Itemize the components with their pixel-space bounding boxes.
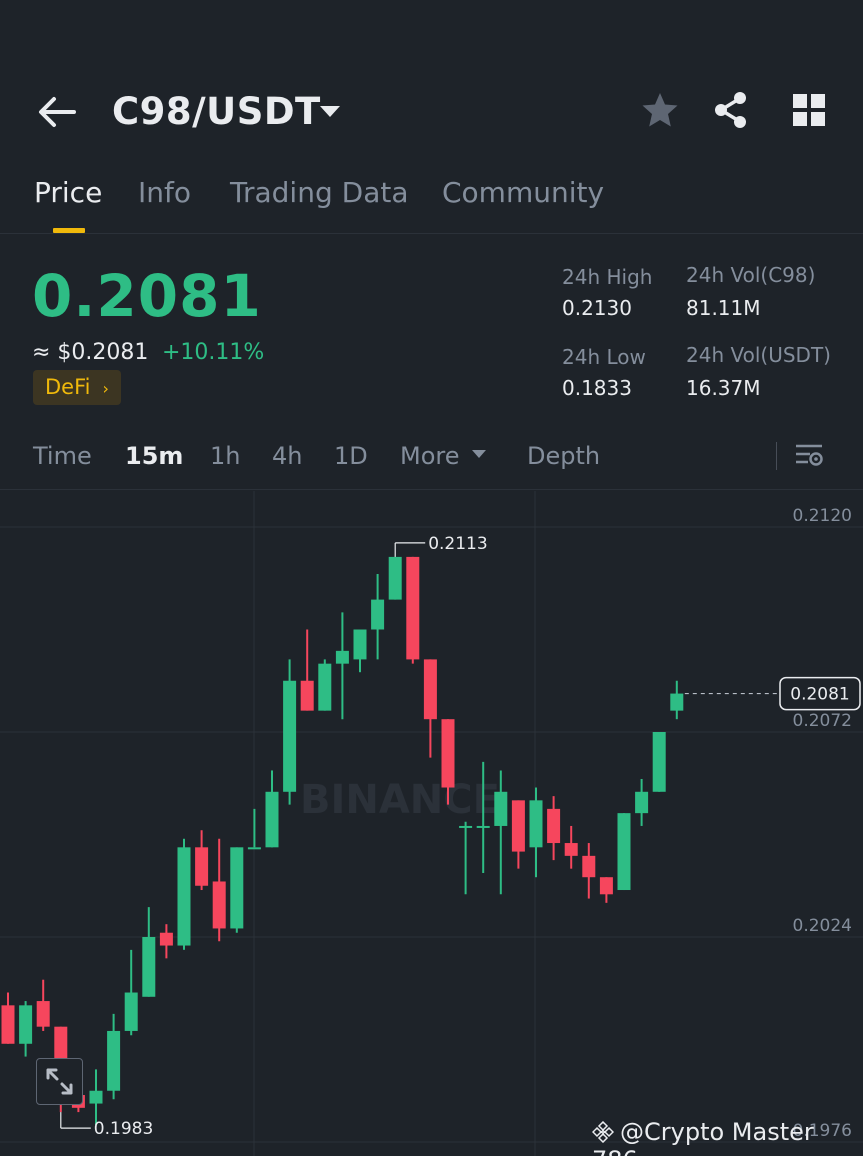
grid-icon[interactable] [789,90,829,130]
watermark-handle: @Crypto Master 786 [592,1118,814,1156]
candle-body [441,719,455,788]
max-price-label: 0.2113 [428,534,487,554]
fullscreen-button[interactable] [36,1058,83,1105]
tab-info[interactable]: Info [138,176,191,209]
min-price-label: 0.1983 [94,1119,153,1139]
price-chart[interactable]: BINANCE0.21200.20720.20240.19760.21130.1… [0,491,863,1156]
share-icon[interactable] [711,90,751,130]
candle-body [247,847,261,850]
candle-body [212,881,226,929]
candle-body [371,599,385,630]
top-bar: C98/USDT [0,80,863,144]
candle-body [617,813,631,891]
candle-body [177,847,191,946]
candle-body [459,825,473,828]
price-change-percent: +10.11% [162,340,265,365]
candle-body [652,732,666,792]
stat-low-label: 24h Low [562,345,646,369]
tab-community[interactable]: Community [442,176,604,209]
y-tick-label: 0.2072 [793,711,852,731]
candle-body [300,680,314,711]
candle-body [599,877,613,895]
category-tag[interactable]: DeFi › [33,370,121,405]
interval-15m[interactable]: 15m [125,442,183,470]
interval-4h[interactable]: 4h [272,442,302,470]
candle-body [476,825,490,828]
candle-body [107,1030,121,1091]
tab-trading-data[interactable]: Trading Data [230,176,409,209]
candle-body [89,1090,103,1104]
candle-body [670,693,684,711]
current-price-label: 0.2081 [790,685,849,705]
candle-body [36,1001,50,1027]
candle-body [406,556,420,660]
watermark: @Crypto Master 786 [592,1118,863,1156]
interval-depth[interactable]: Depth [527,442,600,470]
pair-title[interactable]: C98/USDT [112,90,321,133]
caret-down-icon[interactable] [318,100,342,122]
stat-vol-base-label: 24h Vol(C98) [686,263,816,287]
binance-logo-icon [592,1121,614,1143]
caret-down-icon [472,450,487,458]
candle-body [388,556,402,600]
y-tick-label: 0.2120 [793,506,852,526]
fiat-price: ≈ $0.2081 [32,340,149,365]
candle-body [318,663,332,711]
stat-high-value: 0.2130 [562,296,632,320]
interval-bar: Time 15m 1h 4h 1D More Depth [0,436,863,490]
stat-vol-quote-value: 16.37M [686,376,761,400]
interval-1h[interactable]: 1h [210,442,240,470]
tab-price[interactable]: Price [34,176,102,209]
candle-body [511,800,525,852]
star-icon[interactable] [640,90,680,130]
candle-body [124,992,138,1031]
candle-body [335,650,349,664]
divider [776,442,777,470]
candle-body [529,800,543,848]
category-tag-label: DeFi [45,375,91,399]
candle-body [547,808,561,844]
candle-body [564,843,578,856]
candle-body [423,659,437,720]
candle-body [283,680,297,792]
expand-icon [46,1068,73,1095]
interval-time[interactable]: Time [33,442,92,470]
candle-body [159,932,173,946]
candle-body [230,847,244,929]
y-tick-label: 0.2024 [793,916,852,936]
chart-settings-icon[interactable] [794,440,824,470]
candle-body [353,629,367,660]
interval-more[interactable]: More [400,442,487,470]
stat-low-value: 0.1833 [562,376,632,400]
candle-body [19,1005,33,1044]
back-arrow-icon[interactable] [34,92,78,132]
candle-body [195,847,209,886]
active-tab-indicator [53,228,85,233]
candle-body [1,1005,15,1044]
candle-body [265,791,279,848]
last-price: 0.2081 [32,262,262,330]
stat-vol-quote-label: 24h Vol(USDT) [686,343,831,367]
stat-vol-base-value: 81.11M [686,296,761,320]
candle-body [582,855,596,878]
stat-high-label: 24h High [562,265,653,289]
interval-1d[interactable]: 1D [334,442,368,470]
main-tabs: Price Info Trading Data Community [0,170,863,234]
candle-body [142,937,156,997]
interval-more-label: More [400,442,460,470]
candle-body [635,791,649,814]
candle-body [494,791,508,826]
chart-watermark: BINANCE [300,777,500,823]
chevron-right-icon: › [102,379,109,398]
